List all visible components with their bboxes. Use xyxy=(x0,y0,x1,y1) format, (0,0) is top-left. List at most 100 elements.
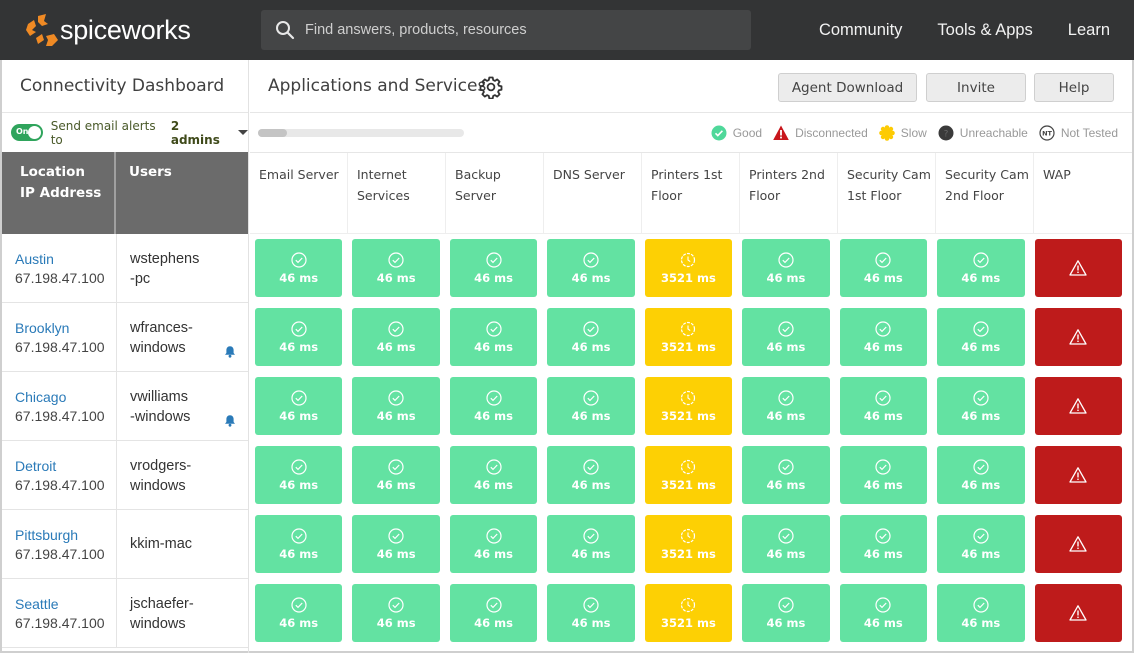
location-link[interactable]: Brooklyn xyxy=(15,319,116,338)
svg-text:NT: NT xyxy=(1042,130,1052,138)
location-link[interactable]: Austin xyxy=(15,250,116,269)
status-cell-internet-services[interactable]: 46 ms xyxy=(352,377,440,435)
status-cell-email-server[interactable]: 46 ms xyxy=(255,377,343,435)
latency-value: 3521 ms xyxy=(661,270,716,285)
progress-bar xyxy=(258,129,464,137)
status-cell-backup-server[interactable]: 46 ms xyxy=(449,239,538,297)
status-cell-internet-services[interactable]: 46 ms xyxy=(352,584,440,642)
status-cell-printers-2nd-floor[interactable]: 46 ms xyxy=(742,446,830,504)
status-cell-internet-services[interactable]: 46 ms xyxy=(352,239,440,297)
status-cell-printers-1st-floor[interactable]: 3521 ms xyxy=(644,239,733,297)
latency-value: 46 ms xyxy=(279,546,319,561)
status-cell-backup-server[interactable]: 46 ms xyxy=(449,446,538,504)
service-column-headers: Email Server Internet Services Backup Serv… xyxy=(250,153,1132,234)
legend-unreachable: ? Unreachable xyxy=(938,125,1028,141)
status-cell-security-cam-2nd-floor[interactable]: 46 ms xyxy=(937,239,1025,297)
help-button[interactable]: Help xyxy=(1034,73,1114,102)
location-link[interactable]: Detroit xyxy=(15,457,116,476)
status-cell-internet-services[interactable]: 46 ms xyxy=(352,446,440,504)
status-cell-backup-server[interactable]: 46 ms xyxy=(449,515,538,573)
location-row: Pittsburgh 67.198.47.100 kkim-mac xyxy=(2,510,248,579)
nav-learn[interactable]: Learn xyxy=(1068,21,1110,40)
bell-icon[interactable] xyxy=(224,345,236,358)
search-box[interactable] xyxy=(261,10,751,50)
header-location: Location xyxy=(20,164,85,180)
location-row: Detroit 67.198.47.100 vrodgers- windows xyxy=(2,441,248,510)
status-cell-backup-server[interactable]: 46 ms xyxy=(449,377,538,435)
status-cell-security-cam-1st-floor[interactable]: 46 ms xyxy=(839,446,928,504)
status-cell-security-cam-1st-floor[interactable]: 46 ms xyxy=(839,308,928,366)
status-cell-printers-1st-floor[interactable]: 3521 ms xyxy=(644,308,733,366)
email-alerts-toggle[interactable]: On xyxy=(11,124,43,141)
progress-fill xyxy=(258,129,287,137)
status-cell-email-server[interactable]: 46 ms xyxy=(255,584,343,642)
location-link[interactable]: Chicago xyxy=(15,388,116,407)
status-cell-printers-2nd-floor[interactable]: 46 ms xyxy=(742,584,830,642)
check-circle-icon xyxy=(875,251,891,268)
ip-address: 67.198.47.100 xyxy=(15,477,105,493)
latency-value: 46 ms xyxy=(474,339,514,354)
status-cell-printers-1st-floor[interactable]: 3521 ms xyxy=(644,446,733,504)
status-cell-wap[interactable] xyxy=(1034,446,1122,504)
latency-value: 46 ms xyxy=(279,477,319,492)
status-cell-email-server[interactable]: 46 ms xyxy=(255,515,343,573)
status-cell-wap[interactable] xyxy=(1034,515,1122,573)
invite-button[interactable]: Invite xyxy=(926,73,1026,102)
status-cell-printers-1st-floor[interactable]: 3521 ms xyxy=(644,515,733,573)
status-cell-backup-server[interactable]: 46 ms xyxy=(449,308,538,366)
search-input[interactable] xyxy=(305,22,725,38)
status-cell-printers-2nd-floor[interactable]: 46 ms xyxy=(742,377,830,435)
status-cell-backup-server[interactable]: 46 ms xyxy=(449,584,538,642)
status-cell-printers-1st-floor[interactable]: 3521 ms xyxy=(644,584,733,642)
agent-download-button[interactable]: Agent Download xyxy=(778,73,917,102)
nav-community[interactable]: Community xyxy=(819,21,902,40)
check-circle-icon xyxy=(778,596,794,613)
gear-icon[interactable] xyxy=(479,75,503,99)
spiceworks-logo[interactable]: spiceworks xyxy=(24,12,191,48)
status-cell-printers-2nd-floor[interactable]: 46 ms xyxy=(742,515,830,573)
status-cell-wap[interactable] xyxy=(1034,308,1122,366)
bell-icon[interactable] xyxy=(224,414,236,427)
status-cell-email-server[interactable]: 46 ms xyxy=(255,239,343,297)
status-cell-security-cam-2nd-floor[interactable]: 46 ms xyxy=(937,377,1025,435)
status-cell-security-cam-1st-floor[interactable]: 46 ms xyxy=(839,239,928,297)
status-cell-wap[interactable] xyxy=(1034,584,1122,642)
status-cell-wap[interactable] xyxy=(1034,377,1122,435)
status-cell-dns-server[interactable]: 46 ms xyxy=(547,377,635,435)
status-cell-security-cam-2nd-floor[interactable]: 46 ms xyxy=(937,584,1025,642)
location-cell: Chicago 67.198.47.100 xyxy=(2,372,117,440)
status-row-seattle: 46 ms 46 ms 46 ms 46 ms 3521 ms 46 ms 46 ms 46 … xyxy=(250,584,1132,653)
check-circle-icon xyxy=(583,320,599,337)
status-row-chicago: 46 ms 46 ms 46 ms 46 ms 3521 ms 46 ms 46 ms 46 … xyxy=(250,377,1132,446)
status-cell-dns-server[interactable]: 46 ms xyxy=(547,515,635,573)
status-cell-wap[interactable] xyxy=(1034,239,1122,297)
status-cell-internet-services[interactable]: 46 ms xyxy=(352,308,440,366)
status-cell-dns-server[interactable]: 46 ms xyxy=(547,446,635,504)
status-cell-security-cam-1st-floor[interactable]: 46 ms xyxy=(839,515,928,573)
status-cell-security-cam-1st-floor[interactable]: 46 ms xyxy=(839,584,928,642)
status-cell-printers-2nd-floor[interactable]: 46 ms xyxy=(742,239,830,297)
location-link[interactable]: Seattle xyxy=(15,595,116,614)
status-cell-dns-server[interactable]: 46 ms xyxy=(547,584,635,642)
latency-value: 46 ms xyxy=(474,477,514,492)
latency-value: 46 ms xyxy=(863,615,903,630)
user-name: wfrances- windows xyxy=(130,320,193,356)
latency-value: 3521 ms xyxy=(661,339,716,354)
chevron-down-icon[interactable] xyxy=(238,130,248,135)
alerts-recipients[interactable]: 2 admins xyxy=(171,119,230,147)
status-cell-email-server[interactable]: 46 ms xyxy=(255,446,343,504)
location-cell: Detroit 67.198.47.100 xyxy=(2,441,117,509)
status-cell-printers-2nd-floor[interactable]: 46 ms xyxy=(742,308,830,366)
location-link[interactable]: Pittsburgh xyxy=(15,526,116,545)
status-cell-security-cam-2nd-floor[interactable]: 46 ms xyxy=(937,308,1025,366)
status-cell-dns-server[interactable]: 46 ms xyxy=(547,239,635,297)
check-circle-icon xyxy=(388,251,404,268)
status-cell-printers-1st-floor[interactable]: 3521 ms xyxy=(644,377,733,435)
status-cell-dns-server[interactable]: 46 ms xyxy=(547,308,635,366)
status-cell-internet-services[interactable]: 46 ms xyxy=(352,515,440,573)
status-cell-email-server[interactable]: 46 ms xyxy=(255,308,343,366)
nav-tools-apps[interactable]: Tools & Apps xyxy=(937,21,1032,40)
status-cell-security-cam-1st-floor[interactable]: 46 ms xyxy=(839,377,928,435)
status-cell-security-cam-2nd-floor[interactable]: 46 ms xyxy=(937,446,1025,504)
status-cell-security-cam-2nd-floor[interactable]: 46 ms xyxy=(937,515,1025,573)
